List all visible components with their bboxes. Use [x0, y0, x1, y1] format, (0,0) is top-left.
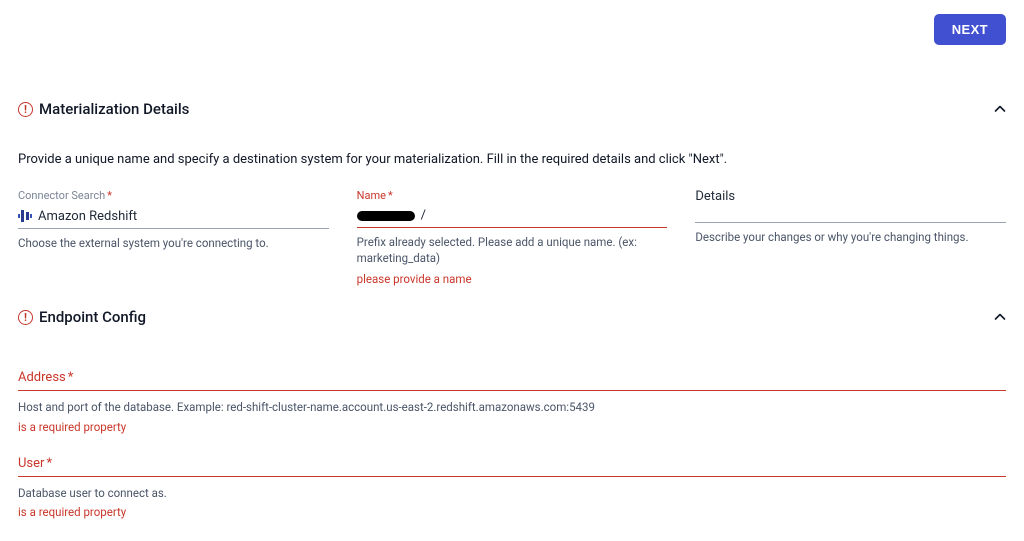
details-help: Describe your changes or why you're chan… — [695, 229, 1006, 245]
address-error: is a required property — [18, 420, 1006, 434]
endpoint-fields: Address* Host and port of the database. … — [18, 370, 1006, 519]
connector-search-input[interactable]: Amazon Redshift — [18, 206, 329, 229]
redacted-prefix — [357, 211, 415, 221]
address-field: Address* Host and port of the database. … — [18, 370, 1006, 434]
chevron-up-icon — [994, 103, 1006, 115]
name-error: please provide a name — [357, 272, 668, 286]
section-header-endpoint[interactable]: Endpoint Config — [18, 308, 1006, 326]
details-label: Details — [695, 189, 1006, 204]
user-field: User* Database user to connect as. is a … — [18, 456, 1006, 520]
connector-search-help: Choose the external system you're connec… — [18, 235, 329, 251]
connector-search-value: Amazon Redshift — [38, 209, 137, 224]
section-header-materialization[interactable]: Materialization Details — [18, 100, 1006, 118]
name-help: Prefix already selected. Please add a un… — [357, 234, 668, 266]
alert-icon — [18, 102, 33, 117]
chevron-up-icon — [994, 311, 1006, 323]
user-help: Database user to connect as. — [18, 485, 1006, 502]
details-input[interactable] — [695, 206, 1006, 223]
address-input[interactable] — [18, 387, 1006, 391]
redshift-icon — [18, 208, 32, 224]
connector-search-label: Connector Search* — [18, 189, 329, 202]
section-description: Provide a unique name and specify a dest… — [18, 152, 1006, 167]
user-input[interactable] — [18, 473, 1006, 477]
connector-search-field: Connector Search* Amazon Redshift Choose… — [18, 189, 329, 286]
top-bar: NEXT — [934, 14, 1006, 45]
fields-row: Connector Search* Amazon Redshift Choose… — [18, 189, 1006, 286]
name-input[interactable]: / — [357, 206, 668, 228]
section-title-wrap: Materialization Details — [18, 100, 189, 118]
section-title: Materialization Details — [39, 100, 189, 118]
address-label: Address* — [18, 370, 1006, 385]
user-label: User* — [18, 456, 1006, 471]
section-materialization-details: Materialization Details Provide a unique… — [18, 100, 1006, 286]
name-separator: / — [421, 208, 426, 223]
section-title-wrap-endpoint: Endpoint Config — [18, 308, 146, 326]
details-field: Details Describe your changes or why you… — [695, 189, 1006, 286]
user-error: is a required property — [18, 505, 1006, 519]
next-button[interactable]: NEXT — [934, 14, 1006, 45]
address-help: Host and port of the database. Example: … — [18, 399, 1006, 416]
section-endpoint-config: Endpoint Config Address* Host and port o… — [18, 308, 1006, 541]
section-title-endpoint: Endpoint Config — [39, 308, 146, 326]
name-label: Name* — [357, 189, 668, 202]
alert-icon — [18, 310, 33, 325]
name-field: Name* / Prefix already selected. Please … — [357, 189, 668, 286]
